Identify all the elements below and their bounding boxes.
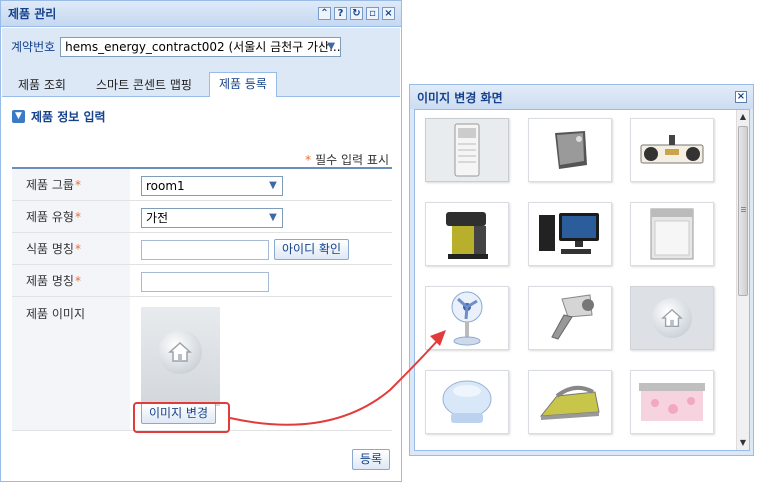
tab-smart-outlet-mapping[interactable]: 스마트 콘센트 맵핑 (86, 73, 202, 97)
product-form: 제품 그룹* room1 ▼ 제품 유형* 가전 ▼ 식품 명칭* 아이디 확인… (12, 167, 392, 431)
steam-iron-icon (539, 385, 600, 420)
tab-product-view[interactable]: 제품 조회 (8, 73, 76, 97)
image-cell-default-home[interactable] (630, 286, 714, 350)
air-conditioner-icon (454, 123, 480, 177)
group-label: 제품 그룹* (12, 169, 130, 200)
submit-button[interactable]: 등록 (351, 449, 390, 470)
home-icon (652, 298, 692, 338)
home-icon (158, 330, 202, 374)
section-title: 제품 정보 입력 (31, 110, 106, 124)
scroll-down-icon[interactable]: ▼ (737, 436, 749, 450)
desktop-computer-icon (539, 213, 599, 254)
hair-dryer-icon (551, 294, 594, 340)
panel-tools: ⌃ ? ↻ ▫ × (318, 7, 395, 20)
electric-fan-icon (451, 291, 483, 346)
contract-value: hems_energy_contract002 (서울시 금천구 가산... (65, 39, 341, 54)
image-cell-electric-fan[interactable] (425, 286, 509, 350)
humidifier-icon (442, 380, 492, 423)
printer-icon (639, 383, 705, 421)
required-note-text: 필수 입력 표시 (315, 153, 389, 167)
type-label: 제품 유형* (12, 201, 130, 232)
id-input[interactable] (141, 240, 269, 260)
chevron-down-icon: ▼ (269, 212, 277, 223)
image-cell-humidifier[interactable] (425, 370, 509, 434)
coffee-machine-icon (446, 212, 488, 259)
type-select[interactable]: 가전 ▼ (141, 208, 283, 228)
image-cell-coffee-machine[interactable] (425, 202, 509, 266)
required-note: * 필수 입력 표시 (305, 151, 389, 168)
image-cell-air-conditioner[interactable] (425, 118, 509, 182)
contract-row: 계약번호 hems_energy_contract002 (서울시 금천구 가산… (2, 28, 400, 65)
form-row-id: 식품 명칭* 아이디 확인 (12, 233, 392, 265)
image-cell-air-purifier[interactable] (528, 118, 612, 182)
group-value: room1 (146, 179, 185, 193)
image-cell-dishwasher[interactable] (630, 202, 714, 266)
scroll-up-icon[interactable]: ▲ (737, 110, 749, 124)
image-cell-audio-system[interactable] (630, 118, 714, 182)
form-row-name: 제품 명칭* (12, 265, 392, 297)
air-purifier-icon (555, 131, 587, 169)
dishwasher-icon (650, 208, 694, 260)
section-header: ▼ 제품 정보 입력 (12, 108, 106, 125)
name-label: 제품 명칭* (12, 265, 130, 296)
image-cell-printer[interactable] (630, 370, 714, 434)
panel-titlebar: 제품 관리 ⌃ ? ↻ ▫ × (1, 1, 401, 27)
panel-title: 제품 관리 (8, 7, 57, 21)
contract-label: 계약번호 (11, 40, 56, 54)
group-select[interactable]: room1 ▼ (141, 176, 283, 196)
id-check-button[interactable]: 아이디 확인 (274, 239, 350, 260)
image-panel-title: 이미지 변경 화면 (417, 90, 503, 105)
product-management-panel: 제품 관리 ⌃ ? ↻ ▫ × 계약번호 hems_energy_contrac… (0, 0, 402, 482)
name-input[interactable] (141, 272, 269, 292)
highlight-box (133, 402, 230, 433)
image-cell-steam-iron[interactable] (528, 370, 612, 434)
close-icon[interactable]: × (382, 7, 395, 20)
image-label: 제품 이미지 (12, 297, 130, 430)
form-row-type: 제품 유형* 가전 ▼ (12, 201, 392, 233)
collapse-icon[interactable]: ⌃ (318, 7, 331, 20)
tab-product-register[interactable]: 제품 등록 (209, 72, 277, 97)
image-panel-titlebar: 이미지 변경 화면 × (410, 85, 753, 109)
image-grid: ▲ ▼ (414, 109, 750, 451)
required-star-icon: * (305, 153, 312, 167)
chevron-down-icon: ▼ (269, 180, 277, 191)
image-change-panel: 이미지 변경 화면 × ▲ ▼ (409, 84, 754, 456)
scrollbar-thumb[interactable] (738, 126, 748, 296)
chevron-down-icon[interactable]: ▼ (12, 110, 25, 123)
maximize-icon[interactable]: ▫ (366, 7, 379, 20)
close-icon[interactable]: × (735, 91, 747, 103)
audio-system-icon (640, 135, 704, 164)
image-cell-hair-dryer[interactable] (528, 286, 612, 350)
contract-select[interactable]: hems_energy_contract002 (서울시 금천구 가산... ▼ (60, 36, 342, 57)
form-row-group: 제품 그룹* room1 ▼ (12, 169, 392, 201)
vertical-scrollbar[interactable]: ▲ ▼ (736, 110, 749, 450)
refresh-icon[interactable]: ↻ (350, 7, 363, 20)
chevron-down-icon: ▼ (327, 40, 336, 52)
id-label: 식품 명칭* (12, 233, 130, 264)
image-cell-desktop-computer[interactable] (528, 202, 612, 266)
help-icon[interactable]: ? (334, 7, 347, 20)
type-value: 가전 (146, 211, 169, 225)
product-image-preview (141, 307, 220, 406)
tab-strip: 제품 조회 스마트 콘센트 맵핑 제품 등록 (2, 65, 400, 97)
